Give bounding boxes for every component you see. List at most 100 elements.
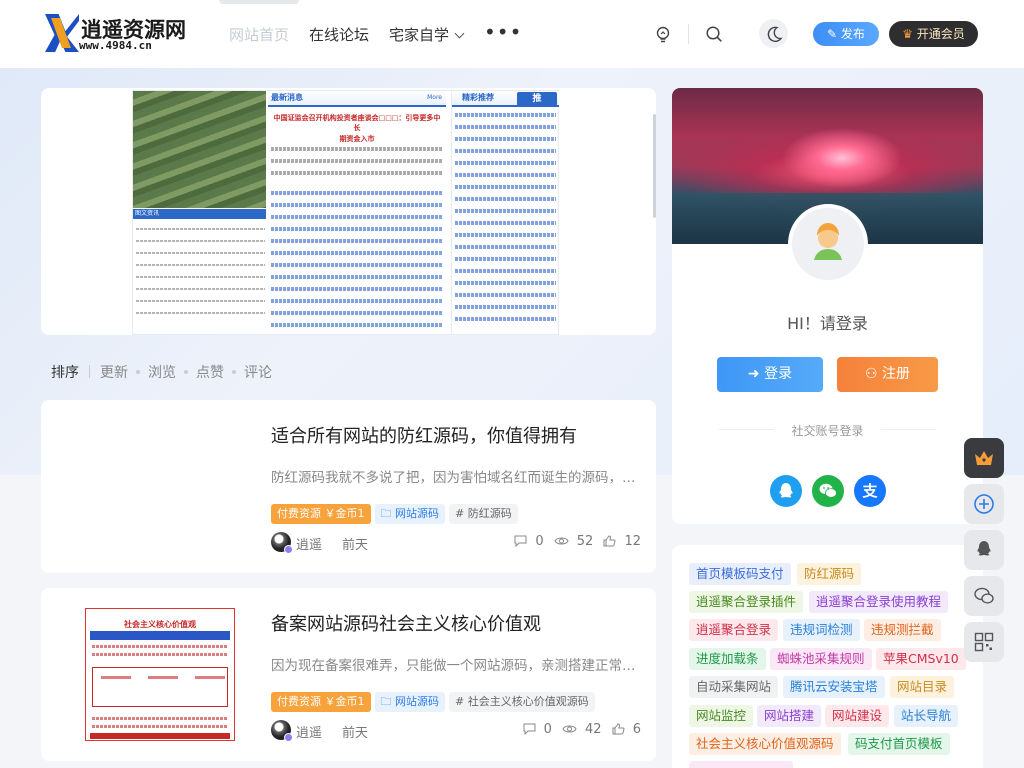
post-card[interactable]: 适合所有网站的防红源码，你值得拥有 防红源码我就不多说了把，因为害怕域名红而诞生…	[41, 400, 656, 573]
tag-cloud-item[interactable]: 社会主义核心价值观源码	[689, 733, 841, 755]
sort-views[interactable]: 浏览	[148, 365, 176, 381]
float-wechat-button[interactable]	[964, 576, 1004, 616]
vip-button[interactable]: ♛ 开通会员	[889, 21, 978, 47]
thumbnail-line	[92, 653, 228, 656]
default-avatar	[788, 204, 868, 284]
sign-in-icon: ➜	[747, 366, 765, 382]
thumbnail-footer-band	[90, 733, 230, 739]
banner-recommend: 精彩推荐 推	[451, 91, 559, 335]
post-meta: 逍遥 前天 0 42 6	[271, 720, 641, 742]
crown-icon: ♛	[902, 27, 917, 41]
eye-icon	[554, 537, 569, 545]
wechat-login-icon[interactable]	[812, 475, 844, 507]
thumbnail-line	[92, 725, 228, 728]
keyword-tag[interactable]: # 社会主义核心价值观源码	[449, 692, 595, 712]
banner-recommend-list	[455, 113, 556, 329]
tag-cloud-item[interactable]: 违规词检测	[783, 619, 860, 641]
login-label: 登录	[764, 366, 793, 382]
author-avatar[interactable]	[271, 720, 293, 742]
tag-cloud-item[interactable]: 网站监控	[689, 705, 754, 727]
tag-cloud-item[interactable]: 逍遥聚合登录使用教程	[809, 591, 949, 613]
float-add-button[interactable]	[964, 484, 1004, 524]
tag-cloud-item[interactable]	[689, 761, 793, 768]
eye-icon	[562, 725, 577, 733]
register-label: 注册	[882, 366, 910, 382]
post-card[interactable]: 社会主义核心价值观 备案网站源码社会主义核心价值观 因为现在备案很难弄，只能做一…	[41, 588, 656, 761]
comment-count: 0	[535, 534, 544, 549]
banner-scrollbar[interactable]	[653, 114, 656, 218]
tag-cloud-item[interactable]: 腾讯云安装宝塔	[783, 676, 885, 698]
folder-icon: 🗀	[380, 507, 395, 520]
sort-updated[interactable]: 更新	[100, 365, 128, 381]
post-thumbnail[interactable]: 社会主义核心价值观	[85, 608, 235, 741]
author-name[interactable]: 逍遥	[296, 534, 322, 553]
category-tag[interactable]: 🗀 网站源码	[374, 504, 445, 524]
register-button[interactable]: ⚇ 注册	[837, 357, 938, 392]
like-count: 6	[632, 722, 641, 737]
publish-button[interactable]: ✎ 发布	[813, 22, 879, 46]
thumbnail-box-text	[101, 676, 131, 679]
banner-recommend-badge: 推	[517, 92, 557, 106]
sort-likes[interactable]: 点赞	[196, 365, 224, 381]
tag-cloud-item[interactable]: 违规测拦截	[864, 619, 941, 641]
category-tag-label: 网站源码	[395, 695, 439, 708]
user-login-card: HI！请登录 ➜ 登录 ⚇ 注册 社交账号登录 支	[672, 88, 983, 524]
tag-cloud-item[interactable]: 逍遥聚合登录插件	[689, 591, 804, 613]
thumbnail-box	[92, 667, 228, 707]
post-tags: 付费资源 ￥金币1 🗀 网站源码 # 防红源码	[271, 504, 522, 524]
social-login-title: 社交账号登录	[672, 422, 983, 439]
view-count: 42	[585, 722, 602, 737]
nav-home[interactable]: 网站首页	[229, 24, 289, 45]
header-divider	[688, 24, 689, 44]
site-logo[interactable]: 逍遥资源网 www.4984.cn	[45, 14, 186, 54]
tag-cloud-item[interactable]: 自动采集网站	[689, 676, 779, 698]
nav-forum[interactable]: 在线论坛	[309, 24, 369, 45]
post-tags: 付费资源 ￥金币1 🗀 网站源码 # 社会主义核心价值观源码	[271, 692, 599, 712]
lightbulb-icon[interactable]	[654, 25, 672, 43]
post-title[interactable]: 适合所有网站的防红源码，你值得拥有	[271, 422, 577, 448]
tag-cloud-item[interactable]: 逍遥聚合登录	[689, 619, 779, 641]
post-excerpt: 防红源码我就不多说了把，因为害怕域名红而诞生的源码，从此…	[271, 470, 641, 486]
category-tag[interactable]: 🗀 网站源码	[374, 692, 445, 712]
tag-cloud-item[interactable]: 苹果CMSv10	[876, 648, 966, 670]
tag-cloud-item[interactable]: 码支付首页模板	[848, 733, 950, 755]
pencil-icon: ✎	[827, 27, 841, 41]
search-icon[interactable]	[705, 25, 723, 43]
sort-dot	[232, 370, 236, 374]
wechat-icon	[974, 587, 994, 604]
qq-login-icon[interactable]	[770, 475, 802, 507]
sort-divider	[89, 365, 90, 378]
author-avatar[interactable]	[271, 532, 293, 554]
tag-cloud-item[interactable]: 防红源码	[797, 563, 862, 585]
chevron-down-icon	[454, 28, 465, 39]
tag-cloud-item[interactable]: 站长导航	[894, 705, 959, 727]
alipay-login-icon[interactable]: 支	[854, 475, 886, 507]
paid-badge[interactable]: 付费资源 ￥金币1	[271, 504, 371, 524]
tag-cloud-item[interactable]: 进度加载条	[689, 648, 766, 670]
tag-cloud-item[interactable]: 首页模板码支付	[689, 563, 791, 585]
post-thumbnail[interactable]	[64, 420, 260, 553]
nav-self-study[interactable]: 宅家自学	[389, 24, 465, 45]
paid-badge[interactable]: 付费资源 ￥金币1	[271, 692, 371, 712]
sort-comments[interactable]: 评论	[244, 365, 272, 381]
qq-icon	[977, 541, 991, 556]
keyword-tag[interactable]: # 防红源码	[449, 504, 518, 524]
post-meta: 逍遥 前天 0 52 12	[271, 532, 641, 554]
tag-cloud-item[interactable]: 网站搭建	[757, 705, 822, 727]
author-name[interactable]: 逍遥	[296, 722, 322, 741]
post-title[interactable]: 备案网站源码社会主义核心价值观	[271, 610, 541, 636]
login-button[interactable]: ➜ 登录	[717, 357, 823, 392]
banner-news-tab: 最新消息	[271, 93, 303, 102]
hero-banner[interactable]: 图文资讯 最新消息 More 中国证监会召开机构投资者座谈会□□□：引导更多中长 …	[41, 88, 656, 335]
banner-photo	[133, 91, 266, 208]
moon-icon	[767, 26, 783, 43]
thumbnail-box-text	[148, 676, 178, 679]
float-vip-button[interactable]	[964, 438, 1004, 478]
float-qq-button[interactable]	[964, 530, 1004, 570]
tag-cloud-item[interactable]: 蜘蛛池采集规则	[770, 648, 872, 670]
tag-cloud-item[interactable]: 网站建设	[825, 705, 890, 727]
thumbnail-band	[90, 631, 230, 640]
float-qrcode-button[interactable]	[964, 622, 1004, 662]
more-menu-button[interactable]: •••	[484, 22, 522, 42]
tag-cloud-item[interactable]: 网站目录	[890, 676, 955, 698]
